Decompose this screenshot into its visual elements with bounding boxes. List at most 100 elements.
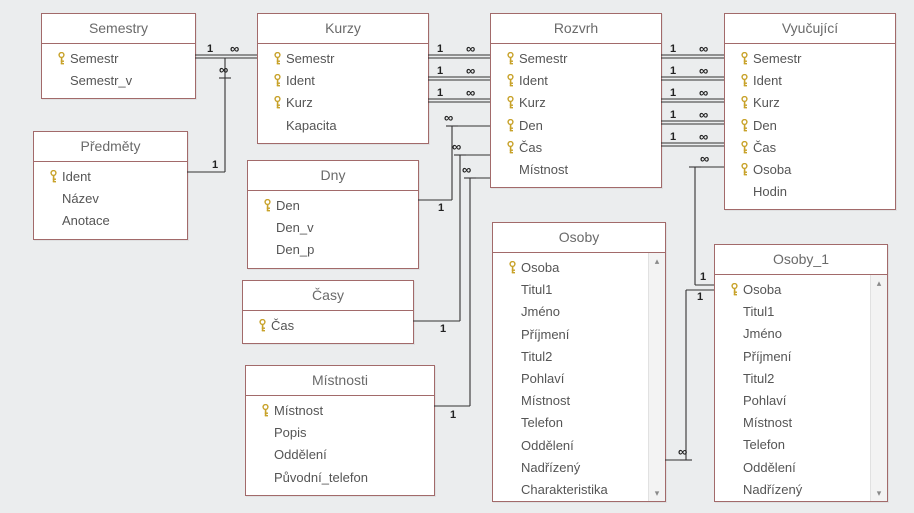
field-row[interactable]: Charakteristika xyxy=(493,479,647,501)
field-row[interactable]: Telefon xyxy=(715,434,869,456)
field-row[interactable]: Titul1 xyxy=(493,279,647,301)
field-name: Čas xyxy=(519,139,649,157)
field-row[interactable]: Pohlaví xyxy=(493,368,647,390)
field-row[interactable]: Jméno xyxy=(493,301,647,323)
field-row[interactable]: Anotace xyxy=(34,210,187,232)
field-row[interactable]: Semestr xyxy=(258,48,428,70)
field-row[interactable]: Kurz xyxy=(725,92,895,114)
field-row[interactable]: Nadřízený xyxy=(493,457,647,479)
field-row[interactable]: Den xyxy=(491,115,661,137)
table-header: Semestry xyxy=(42,14,195,44)
field-row[interactable]: Titul2 xyxy=(715,368,869,390)
table-osoby-1[interactable]: Osoby_1 Osoba Titul1 Jméno Příjmení Titu… xyxy=(714,244,888,502)
svg-text:1: 1 xyxy=(207,43,213,55)
key-icon xyxy=(506,119,515,133)
field-row[interactable]: Kurz xyxy=(491,92,661,114)
key-icon xyxy=(261,404,270,418)
field-row[interactable]: Ident xyxy=(725,70,895,92)
field-row[interactable]: Semestr xyxy=(42,48,195,70)
field-row[interactable]: Kurz xyxy=(258,92,428,114)
field-row[interactable]: Původní_telefon xyxy=(246,467,434,489)
field-name: Titul2 xyxy=(521,348,635,366)
key-icon xyxy=(730,283,739,297)
field-row[interactable]: Čas xyxy=(725,137,895,159)
field-row[interactable]: Osoba xyxy=(493,257,647,279)
field-row[interactable]: Kapacita xyxy=(258,115,428,137)
field-row[interactable]: Čas xyxy=(491,137,661,159)
svg-text:1: 1 xyxy=(440,323,446,335)
field-row[interactable]: Titul1 xyxy=(715,301,869,323)
field-name: Místnost xyxy=(519,161,649,179)
field-row[interactable]: Místnost xyxy=(246,400,434,422)
scroll-up-icon[interactable]: ▴ xyxy=(649,253,665,269)
field-row[interactable]: Den xyxy=(248,195,418,217)
field-row[interactable]: Název xyxy=(34,188,187,210)
table-casy[interactable]: Časy Čas xyxy=(242,280,414,344)
field-name: Ident xyxy=(62,168,175,186)
field-row[interactable]: Místnost xyxy=(493,390,647,412)
field-name: Pohlaví xyxy=(521,370,635,388)
field-row[interactable]: Čas xyxy=(243,315,413,337)
field-row[interactable]: Den xyxy=(725,115,895,137)
field-name: Semestr xyxy=(286,50,416,68)
svg-text:∞: ∞ xyxy=(700,151,709,166)
field-name: Čas xyxy=(271,317,401,335)
field-name: Popis xyxy=(274,424,422,442)
scroll-up-icon[interactable]: ▴ xyxy=(871,275,887,291)
table-vyucujici[interactable]: Vyučující Semestr Ident Kurz Den Čas Oso… xyxy=(724,13,896,210)
field-row[interactable]: Popis xyxy=(246,422,434,444)
field-row[interactable]: Den_p xyxy=(248,239,418,261)
svg-text:∞: ∞ xyxy=(466,85,475,100)
field-row[interactable]: Místnost xyxy=(715,412,869,434)
field-row[interactable]: Místnost xyxy=(491,159,661,181)
field-name: Osoba xyxy=(743,281,857,299)
field-name: Místnost xyxy=(743,414,857,432)
svg-text:∞: ∞ xyxy=(462,162,471,177)
field-row[interactable]: Jméno xyxy=(715,323,869,345)
field-row[interactable]: Ident xyxy=(491,70,661,92)
field-row[interactable]: Semestr xyxy=(491,48,661,70)
scrollbar[interactable]: ▴ ▾ xyxy=(870,275,887,501)
field-row[interactable]: Hodin xyxy=(725,181,895,203)
table-predmety[interactable]: Předměty Ident Název Anotace xyxy=(33,131,188,240)
field-row[interactable]: Osoba xyxy=(715,279,869,301)
table-osoby[interactable]: Osoby Osoba Titul1 Jméno Příjmení Titul2… xyxy=(492,222,666,502)
field-row[interactable]: Osoba xyxy=(725,159,895,181)
field-row[interactable]: Pohlaví xyxy=(715,390,869,412)
key-icon xyxy=(740,141,749,155)
table-header: Osoby xyxy=(493,223,665,253)
key-icon xyxy=(740,52,749,66)
field-row[interactable]: Oddělení xyxy=(246,444,434,466)
field-row[interactable]: Příjmení xyxy=(493,324,647,346)
field-row[interactable]: Semestr_v xyxy=(42,70,195,92)
field-row[interactable]: Ident xyxy=(258,70,428,92)
field-row[interactable]: Telefon xyxy=(493,412,647,434)
field-row[interactable]: Nadřízený xyxy=(715,479,869,501)
field-row[interactable]: Titul2 xyxy=(493,346,647,368)
field-row[interactable]: Oddělení xyxy=(715,457,869,479)
field-name: Oddělení xyxy=(274,446,422,464)
field-name: Kurz xyxy=(753,94,883,112)
svg-text:1: 1 xyxy=(212,159,218,171)
table-header: Osoby_1 xyxy=(715,245,887,275)
svg-text:1: 1 xyxy=(697,291,703,303)
field-row[interactable]: Příjmení xyxy=(715,346,869,368)
table-dny[interactable]: Dny Den Den_v Den_p xyxy=(247,160,419,269)
scroll-down-icon[interactable]: ▾ xyxy=(871,485,887,501)
field-row[interactable]: Ident xyxy=(34,166,187,188)
table-semestry[interactable]: Semestry Semestr Semestr_v xyxy=(41,13,196,99)
field-name: Kurz xyxy=(286,94,416,112)
field-name: Den xyxy=(519,117,649,135)
scroll-down-icon[interactable]: ▾ xyxy=(649,485,665,501)
field-row[interactable]: Semestr xyxy=(725,48,895,70)
field-name: Nadřízený xyxy=(521,459,635,477)
table-kurzy[interactable]: Kurzy Semestr Ident Kurz Kapacita xyxy=(257,13,429,144)
field-name: Název xyxy=(62,190,175,208)
scrollbar[interactable]: ▴ ▾ xyxy=(648,253,665,501)
table-rozvrh[interactable]: Rozvrh Semestr Ident Kurz Den Čas Místno… xyxy=(490,13,662,188)
field-row[interactable]: Den_v xyxy=(248,217,418,239)
table-mistnosti[interactable]: Místnosti Místnost Popis Oddělení Původn… xyxy=(245,365,435,496)
field-row[interactable]: Oddělení xyxy=(493,435,647,457)
field-name: Semestr xyxy=(753,50,883,68)
key-icon xyxy=(508,261,517,275)
